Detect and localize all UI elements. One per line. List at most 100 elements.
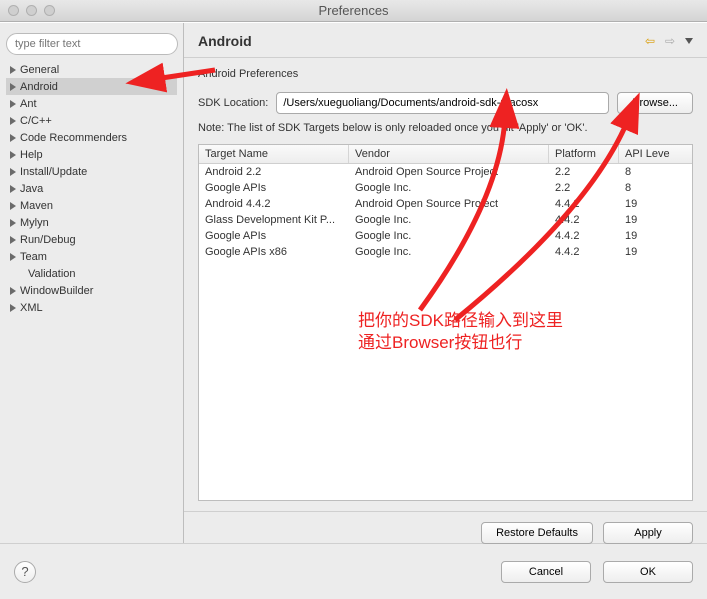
cell-vendor: Android Open Source Project <box>349 196 549 212</box>
disclosure-triangle-icon <box>10 287 16 295</box>
header-toolbar: ⇦ ⇨ <box>642 33 693 49</box>
cell-api: 8 <box>619 164 679 180</box>
sidebar-item-general[interactable]: General <box>6 61 177 78</box>
sidebar-item-label: Team <box>20 251 47 263</box>
cell-vendor: Google Inc. <box>349 212 549 228</box>
preferences-sidebar: General Android Ant C/C++ Code Recommenders H… <box>0 23 184 543</box>
table-row[interactable]: Google APIsGoogle Inc.2.28 <box>199 180 692 196</box>
sdk-location-input[interactable] <box>276 92 609 114</box>
dialog-content: General Android Ant C/C++ Code Recommenders H… <box>0 22 707 543</box>
restore-defaults-button[interactable]: Restore Defaults <box>481 522 593 544</box>
disclosure-triangle-icon <box>10 304 16 312</box>
sidebar-item-android[interactable]: Android <box>6 78 177 95</box>
help-button[interactable]: ? <box>14 561 36 583</box>
table-row[interactable]: Google APIsGoogle Inc.4.4.219 <box>199 228 692 244</box>
filter-input[interactable] <box>6 33 178 55</box>
minimize-icon[interactable] <box>26 5 37 16</box>
preferences-main: Android ⇦ ⇨ Android Preferences SDK Loca… <box>184 23 707 543</box>
reload-note: Note: The list of SDK Targets below is o… <box>198 122 693 134</box>
sidebar-item-label: Mylyn <box>20 217 49 229</box>
cancel-button[interactable]: Cancel <box>501 561 591 583</box>
col-target-name[interactable]: Target Name <box>199 145 349 163</box>
sidebar-item-label: Install/Update <box>20 166 87 178</box>
dialog-buttons: Cancel OK <box>501 561 693 583</box>
cell-api: 19 <box>619 212 679 228</box>
disclosure-triangle-icon <box>10 219 16 227</box>
view-menu-icon[interactable] <box>685 38 693 44</box>
cell-vendor: Android Open Source Project <box>349 164 549 180</box>
disclosure-triangle-icon <box>10 134 16 142</box>
disclosure-triangle-icon <box>10 202 16 210</box>
disclosure-triangle-icon <box>10 253 16 261</box>
col-vendor[interactable]: Vendor <box>349 145 549 163</box>
forward-icon[interactable]: ⇨ <box>662 33 678 49</box>
sidebar-item-run-debug[interactable]: Run/Debug <box>6 231 177 248</box>
sidebar-item-java[interactable]: Java <box>6 180 177 197</box>
sidebar-item-label: General <box>20 64 59 76</box>
apply-button[interactable]: Apply <box>603 522 693 544</box>
table-body: Android 2.2Android Open Source Project2.… <box>199 164 692 260</box>
sdk-location-label: SDK Location: <box>198 97 268 109</box>
zoom-icon[interactable] <box>44 5 55 16</box>
sidebar-item-team[interactable]: Team <box>6 248 177 265</box>
sidebar-item-c-c-[interactable]: C/C++ <box>6 112 177 129</box>
titlebar: Preferences <box>0 0 707 22</box>
sidebar-item-label: Maven <box>20 200 53 212</box>
ok-button[interactable]: OK <box>603 561 693 583</box>
col-api-level[interactable]: API Leve <box>619 145 679 163</box>
sidebar-item-label: C/C++ <box>20 115 52 127</box>
sidebar-item-label: Android <box>20 81 58 93</box>
sidebar-item-label: Code Recommenders <box>20 132 127 144</box>
table-row[interactable]: Glass Development Kit P...Google Inc.4.4… <box>199 212 692 228</box>
sidebar-item-help[interactable]: Help <box>6 146 177 163</box>
disclosure-triangle-icon <box>10 66 16 74</box>
cell-platform: 4.4.2 <box>549 196 619 212</box>
col-platform[interactable]: Platform <box>549 145 619 163</box>
cell-api: 19 <box>619 196 679 212</box>
page-subtitle: Android Preferences <box>198 68 693 80</box>
table-row[interactable]: Android 2.2Android Open Source Project2.… <box>199 164 692 180</box>
sidebar-item-maven[interactable]: Maven <box>6 197 177 214</box>
window-traffic-lights <box>8 5 55 16</box>
cell-name: Android 2.2 <box>199 164 349 180</box>
cell-vendor: Google Inc. <box>349 180 549 196</box>
cell-name: Glass Development Kit P... <box>199 212 349 228</box>
cell-api: 19 <box>619 244 679 260</box>
page-title: Android <box>198 33 252 49</box>
cell-name: Google APIs <box>199 180 349 196</box>
preferences-tree: General Android Ant C/C++ Code Recommenders H… <box>6 61 177 316</box>
cell-vendor: Google Inc. <box>349 244 549 260</box>
sidebar-item-xml[interactable]: XML <box>6 299 177 316</box>
cell-api: 8 <box>619 180 679 196</box>
disclosure-triangle-icon <box>10 117 16 125</box>
sidebar-item-install-update[interactable]: Install/Update <box>6 163 177 180</box>
sidebar-item-windowbuilder[interactable]: WindowBuilder <box>6 282 177 299</box>
sidebar-item-label: Java <box>20 183 43 195</box>
disclosure-triangle-icon <box>10 151 16 159</box>
cell-platform: 4.4.2 <box>549 244 619 260</box>
sidebar-item-label: Ant <box>20 98 37 110</box>
back-icon[interactable]: ⇦ <box>642 33 658 49</box>
sidebar-item-label: XML <box>20 302 43 314</box>
close-icon[interactable] <box>8 5 19 16</box>
sidebar-item-label: Validation <box>28 268 76 280</box>
sidebar-item-ant[interactable]: Ant <box>6 95 177 112</box>
cell-name: Android 4.4.2 <box>199 196 349 212</box>
table-row[interactable]: Google APIs x86Google Inc.4.4.219 <box>199 244 692 260</box>
sidebar-item-code-recommenders[interactable]: Code Recommenders <box>6 129 177 146</box>
cell-name: Google APIs x86 <box>199 244 349 260</box>
sidebar-item-mylyn[interactable]: Mylyn <box>6 214 177 231</box>
sdk-location-row: SDK Location: Browse... <box>198 92 693 114</box>
sdk-targets-table: Target Name Vendor Platform API Leve And… <box>198 144 693 501</box>
disclosure-triangle-icon <box>10 168 16 176</box>
cell-platform: 2.2 <box>549 180 619 196</box>
table-header: Target Name Vendor Platform API Leve <box>199 145 692 164</box>
sidebar-item-label: Help <box>20 149 43 161</box>
sidebar-item-label: Run/Debug <box>20 234 76 246</box>
table-row[interactable]: Android 4.4.2Android Open Source Project… <box>199 196 692 212</box>
cell-vendor: Google Inc. <box>349 228 549 244</box>
cell-platform: 2.2 <box>549 164 619 180</box>
cell-name: Google APIs <box>199 228 349 244</box>
browse-button[interactable]: Browse... <box>617 92 693 114</box>
sidebar-item-validation[interactable]: Validation <box>6 265 177 282</box>
